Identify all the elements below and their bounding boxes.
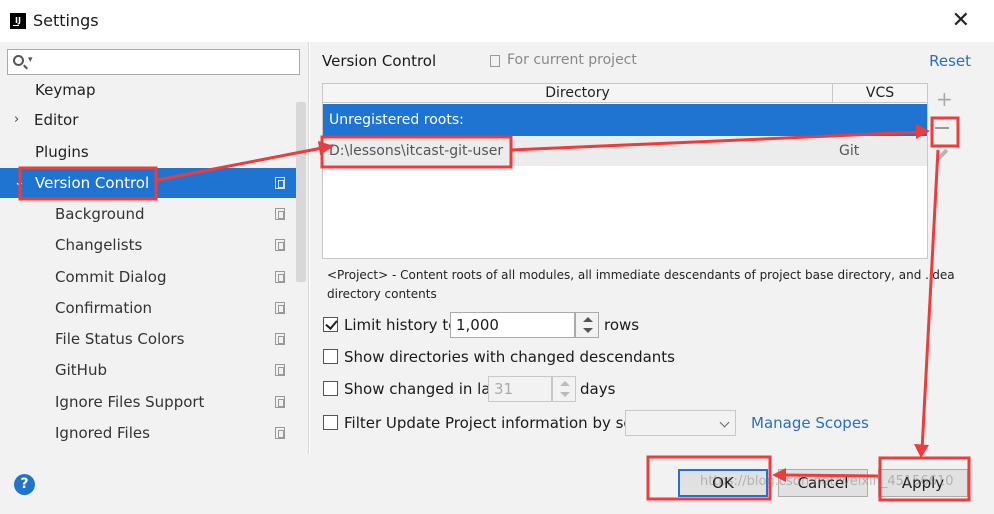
- show-changed-label: Show changed in last: [344, 380, 505, 398]
- show-changed-days-input[interactable]: 31: [488, 376, 552, 402]
- chevron-down-icon[interactable]: [560, 392, 570, 397]
- roots-description: <Project> - Content roots of all modules…: [327, 268, 955, 301]
- project-scope-icon: [490, 55, 500, 67]
- chevron-down-icon[interactable]: ▾: [28, 55, 33, 65]
- vcs-cell: Git: [839, 143, 860, 159]
- rows-label: rows: [604, 316, 640, 334]
- table-row[interactable]: D:\lessons\itcast-git-user Git: [323, 136, 927, 166]
- sidebar-item-file-status-colors[interactable]: File Status Colors: [0, 324, 296, 354]
- settings-sidebar: ▾ Keymap › Editor Plugins ⌄ Version Cont…: [0, 42, 309, 454]
- help-icon[interactable]: ?: [14, 474, 35, 495]
- limit-history-input[interactable]: 1,000: [450, 312, 575, 338]
- add-icon[interactable]: +: [936, 87, 953, 111]
- filter-update-label: Filter Update Project information by sco…: [344, 414, 660, 432]
- filter-update-option: Filter Update Project information by sco…: [323, 410, 883, 436]
- show-directories-label: Show directories with changed descendant…: [344, 348, 675, 366]
- sidebar-item-label: Keymap: [35, 81, 96, 99]
- sidebar-item-label: GitHub: [55, 361, 107, 379]
- remove-icon[interactable]: [935, 121, 951, 129]
- sidebar-item-ignored-files[interactable]: Ignored Files: [0, 418, 296, 448]
- sidebar-item-changelists[interactable]: Changelists: [0, 230, 296, 260]
- chevron-up-icon[interactable]: [583, 317, 593, 322]
- close-icon[interactable]: ✕: [952, 8, 970, 33]
- sidebar-item-ignore-files-support[interactable]: Ignore Files Support: [0, 387, 296, 417]
- column-header-directory[interactable]: Directory: [323, 84, 833, 103]
- unregistered-roots-row[interactable]: Unregistered roots:: [323, 104, 927, 136]
- watermark: https://blog.csdn.net/weixin_45156610: [700, 474, 954, 489]
- chevron-down-icon[interactable]: [583, 328, 593, 333]
- sidebar-item-label: Confirmation: [55, 299, 153, 317]
- intellij-app-icon: IJ: [10, 13, 26, 29]
- project-scope-icon: [275, 271, 285, 283]
- sidebar-item-label: Changelists: [55, 236, 143, 254]
- table-toolbar: +: [929, 83, 959, 259]
- chevron-right-icon[interactable]: ›: [14, 105, 19, 135]
- sidebar-item-label: Plugins: [35, 143, 89, 161]
- sidebar-item-label: Version Control: [35, 174, 150, 192]
- dialog-footer: ? OK Cancel Apply https://blog.csdn.net/…: [0, 454, 994, 514]
- show-changed-checkbox[interactable]: [323, 381, 338, 396]
- project-scope-icon: [275, 177, 285, 189]
- manage-scopes-link[interactable]: Manage Scopes: [751, 410, 869, 436]
- sidebar-item-keymap[interactable]: Keymap: [0, 75, 296, 105]
- scope-select[interactable]: [625, 410, 736, 436]
- show-changed-option: Show changed in last 31 days: [323, 376, 723, 402]
- sidebar-item-plugins[interactable]: Plugins: [0, 137, 296, 167]
- sidebar-item-label: Editor: [34, 111, 79, 129]
- version-control-panel: Version Control For current project Rese…: [310, 42, 994, 454]
- window-title: Settings: [33, 11, 99, 30]
- sidebar-item-commit-dialog[interactable]: Commit Dialog: [0, 262, 296, 292]
- search-icon: [13, 55, 24, 66]
- limit-history-label: Limit history to:: [344, 316, 463, 334]
- chevron-up-icon[interactable]: [560, 381, 570, 386]
- search-input[interactable]: ▾: [7, 49, 300, 75]
- limit-history-option: Limit history to: 1,000 rows: [323, 312, 723, 338]
- scope-label: For current project: [507, 52, 637, 68]
- project-scope-icon: [275, 333, 285, 345]
- project-scope-icon: [275, 302, 285, 314]
- sidebar-item-editor[interactable]: › Editor: [0, 105, 296, 135]
- show-directories-option: Show directories with changed descendant…: [323, 344, 723, 370]
- directory-cell: D:\lessons\itcast-git-user: [329, 143, 504, 159]
- project-scope-icon: [275, 364, 285, 376]
- sidebar-item-label: Commit Dialog: [55, 268, 167, 286]
- project-scope-icon: [275, 239, 285, 251]
- edit-icon[interactable]: [935, 148, 949, 162]
- sidebar-item-label: Ignored Files: [55, 424, 150, 442]
- show-changed-days-stepper[interactable]: [552, 376, 576, 402]
- title-bar: IJ Settings ✕: [0, 0, 994, 42]
- show-directories-checkbox[interactable]: [323, 349, 338, 364]
- sidebar-item-background[interactable]: Background: [0, 199, 296, 229]
- project-scope-icon: [275, 396, 285, 408]
- project-scope-icon: [275, 427, 285, 439]
- page-title: Version Control: [322, 52, 437, 70]
- sidebar-item-label: Ignore Files Support: [55, 393, 205, 411]
- chevron-down-icon[interactable]: [719, 417, 730, 428]
- reset-link[interactable]: Reset: [929, 52, 971, 70]
- filter-update-checkbox[interactable]: [323, 415, 338, 430]
- sidebar-item-label: File Status Colors: [55, 330, 185, 348]
- vcs-roots-table: Directory VCS Unregistered roots: D:\les…: [322, 83, 928, 259]
- limit-history-checkbox[interactable]: [323, 317, 338, 332]
- sidebar-item-version-control[interactable]: ⌄ Version Control: [0, 168, 296, 198]
- days-label: days: [580, 380, 616, 398]
- column-header-vcs[interactable]: VCS: [833, 84, 927, 103]
- sidebar-item-label: Background: [55, 205, 145, 223]
- project-scope-icon: [275, 208, 285, 220]
- sidebar-item-github[interactable]: GitHub: [0, 355, 296, 385]
- sidebar-scrollbar[interactable]: [296, 102, 306, 282]
- sidebar-item-confirmation[interactable]: Confirmation: [0, 293, 296, 323]
- chevron-down-icon[interactable]: ⌄: [14, 168, 25, 198]
- limit-history-stepper[interactable]: [575, 312, 599, 338]
